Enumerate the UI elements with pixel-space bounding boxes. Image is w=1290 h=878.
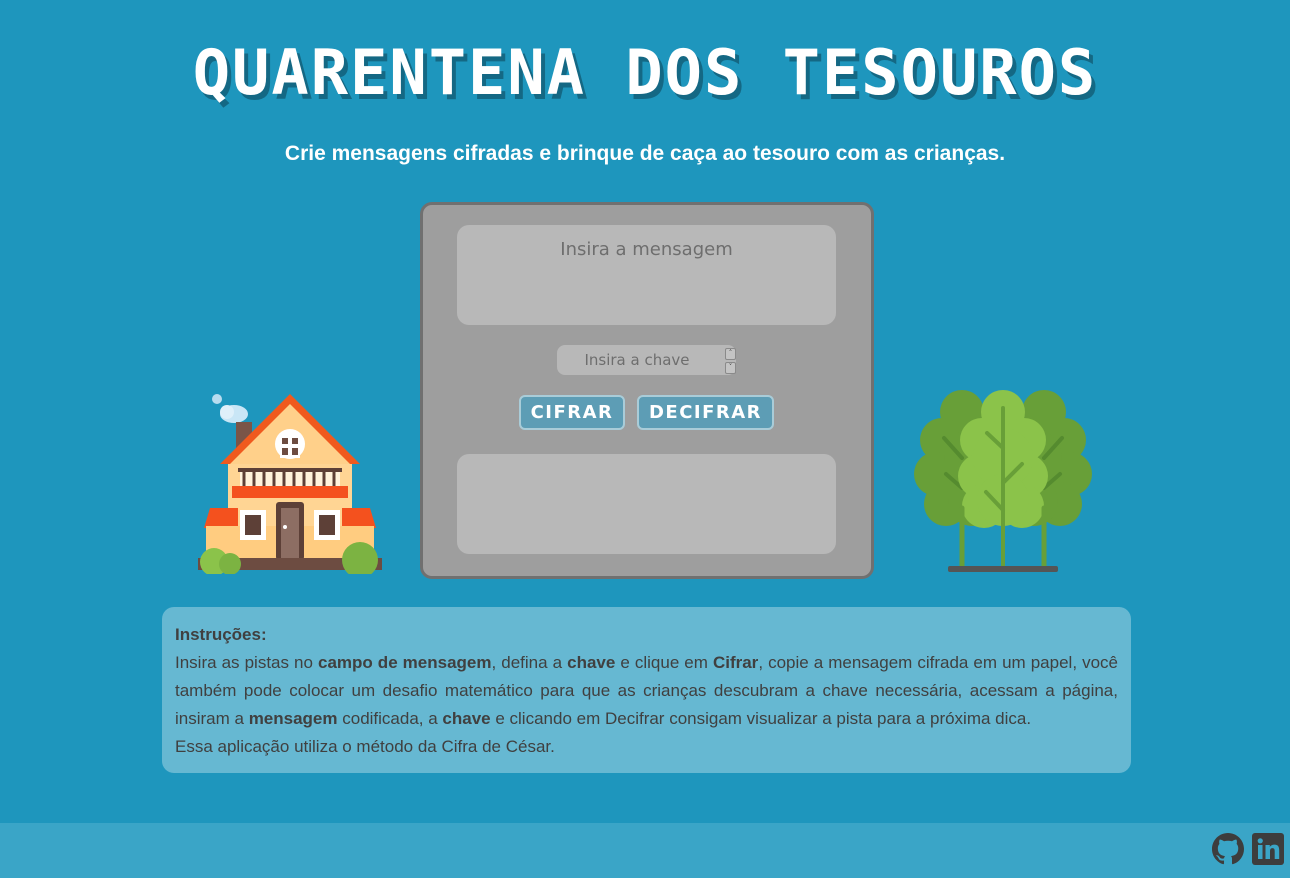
key-field: ˄ ˅ [557,345,736,375]
spinner-up-icon[interactable]: ˄ [725,348,736,360]
instruction-keyword: Cifrar [712,653,759,672]
instruction-keyword: mensagem [248,709,338,728]
page-title: QUARENTENA DOS TESOUROS [192,36,1098,109]
house-illustration [198,394,382,574]
page-subtitle: Crie mensagens cifradas e brinque de caç… [284,142,1006,165]
instruction-text-segment: , defina a [491,653,568,672]
instruction-text-segment: Insira as pistas no [175,653,318,672]
instructions-text: Insira as pistas no campo de mensagem, d… [175,649,1118,733]
instruction-text-segment: e clique em [615,653,713,672]
trees-illustration [914,390,1092,572]
instructions-note: Essa aplicação utiliza o método da Cifra… [175,737,555,756]
github-icon[interactable] [1212,833,1244,865]
key-input[interactable] [557,345,717,375]
decrypt-button[interactable]: DECIFRAR [637,395,774,430]
spinner-down-icon[interactable]: ˅ [725,362,736,374]
message-input[interactable] [457,225,836,325]
encrypt-button[interactable]: CIFRAR [519,395,625,430]
instruction-keyword: chave [567,653,616,672]
linkedin-icon[interactable] [1252,833,1284,865]
instruction-text-segment: e clicando em Decifrar consigam visualiz… [490,709,1032,728]
key-spinner: ˄ ˅ [725,348,736,374]
footer [0,823,1290,878]
cipher-panel: ˄ ˅ CIFRAR DECIFRAR [420,202,874,579]
result-output[interactable] [457,454,836,554]
instruction-keyword: chave [442,709,491,728]
instruction-text-segment: codificada, a [337,709,443,728]
instruction-keyword: campo de mensagem [317,653,492,672]
instructions-heading: Instruções: [175,625,267,644]
instructions-box: Instruções: Insira as pistas no campo de… [162,607,1131,773]
